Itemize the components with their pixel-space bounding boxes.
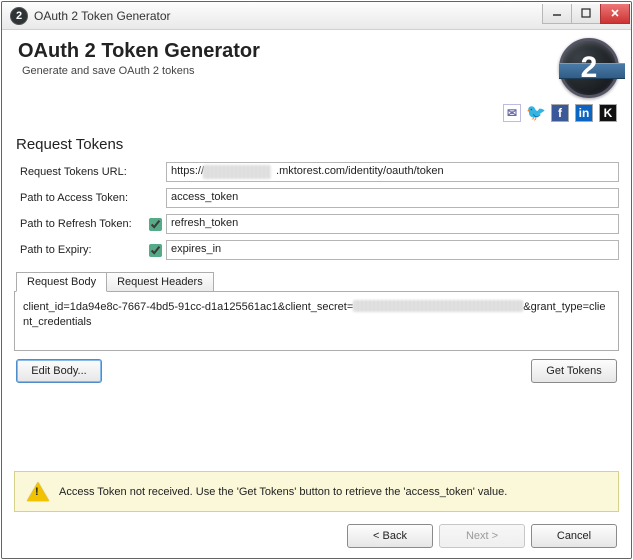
back-button[interactable]: < Back	[347, 524, 433, 548]
row-url: Request Tokens URL: https:// .mktorest.co…	[20, 162, 619, 182]
tabs: Request Body Request Headers	[16, 271, 619, 291]
get-tokens-button[interactable]: Get Tokens	[531, 359, 617, 383]
row-access-token: Path to Access Token: access_token	[20, 188, 619, 208]
body-buttons: Edit Body... Get Tokens	[16, 359, 617, 383]
facebook-icon[interactable]: f	[551, 104, 569, 122]
page-subtitle: Generate and save OAuth 2 tokens	[22, 65, 559, 77]
row-expiry: Path to Expiry: expires_in	[20, 240, 619, 260]
url-prefix: https://	[171, 165, 204, 177]
url-suffix: .mktorest.com/identity/oauth/token	[276, 165, 444, 177]
label-url: Request Tokens URL:	[20, 166, 144, 178]
label-refresh-token: Path to Refresh Token:	[20, 218, 144, 230]
request-body-panel: client_id=1da94e8c-7667-4bd5-91cc-d1a125…	[14, 291, 619, 351]
input-access-token[interactable]: access_token	[166, 188, 619, 208]
input-url[interactable]: https:// .mktorest.com/identity/oauth/tok…	[166, 162, 619, 182]
minimize-button[interactable]	[542, 4, 572, 24]
next-button: Next >	[439, 524, 525, 548]
twitter-icon[interactable]: 🐦	[527, 104, 545, 122]
k-icon[interactable]: K	[599, 104, 617, 122]
input-expiry[interactable]: expires_in	[166, 240, 619, 260]
label-expiry: Path to Expiry:	[20, 244, 144, 256]
body-prefix: client_id=1da94e8c-7667-4bd5-91cc-d1a125…	[23, 301, 353, 313]
checkbox-expiry[interactable]	[149, 244, 162, 257]
header: OAuth 2 Token Generator Generate and sav…	[14, 38, 619, 98]
row-refresh-token: Path to Refresh Token: refresh_token	[20, 214, 619, 234]
edit-body-button[interactable]: Edit Body...	[16, 359, 102, 383]
close-button[interactable]	[600, 4, 630, 24]
warning-box: Access Token not received. Use the 'Get …	[14, 471, 619, 512]
dialog-content: OAuth 2 Token Generator Generate and sav…	[2, 30, 631, 558]
window-buttons	[543, 4, 630, 24]
wizard-buttons: < Back Next > Cancel	[14, 524, 617, 548]
body-secret-redacted	[353, 300, 523, 312]
warning-icon	[27, 482, 49, 501]
title-bar: 2 OAuth 2 Token Generator	[2, 2, 631, 30]
input-refresh-token[interactable]: refresh_token	[166, 214, 619, 234]
oauth2-logo-icon: 2	[559, 38, 619, 98]
window-title: OAuth 2 Token Generator	[34, 9, 543, 23]
warning-text: Access Token not received. Use the 'Get …	[59, 486, 507, 498]
social-links: ✉ 🐦 f in K	[14, 104, 617, 122]
maximize-button[interactable]	[571, 4, 601, 24]
linkedin-icon[interactable]: in	[575, 104, 593, 122]
page-title: OAuth 2 Token Generator	[18, 40, 559, 63]
cancel-button[interactable]: Cancel	[531, 524, 617, 548]
label-access-token: Path to Access Token:	[20, 192, 144, 204]
app-icon: 2	[10, 7, 28, 25]
mail-icon[interactable]: ✉	[503, 104, 521, 122]
section-title: Request Tokens	[16, 136, 619, 153]
tab-request-body[interactable]: Request Body	[16, 272, 107, 292]
tab-request-headers[interactable]: Request Headers	[106, 272, 214, 292]
dialog-window: 2 OAuth 2 Token Generator OAuth 2 Token …	[1, 1, 632, 559]
checkbox-refresh-token[interactable]	[149, 218, 162, 231]
url-redacted	[203, 165, 271, 179]
